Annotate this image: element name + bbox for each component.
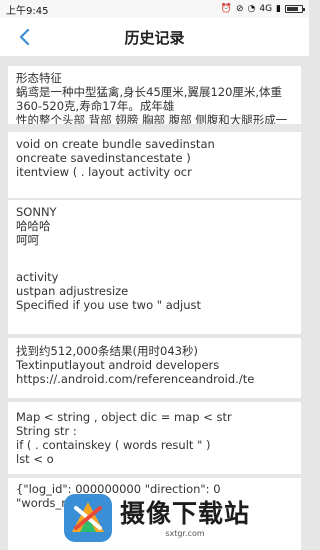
- watermark-url: sxtgr.com: [165, 529, 205, 538]
- record-line: ustpan adjustresize: [16, 284, 129, 298]
- site-logo-icon: [64, 494, 112, 542]
- page-title: 历史记录: [124, 28, 185, 47]
- record-line: 找到约512,000条结果(用时043秒): [16, 344, 198, 358]
- record-line: oncreate savedinstancestate ): [16, 151, 191, 165]
- record-line: Textinputlayout android developers: [16, 358, 220, 372]
- history-list[interactable]: 形态特征 蜗鸢是一种中型猛禽,身长45厘米,翼展120厘米,体重360-520克…: [0, 56, 309, 550]
- record-line: 形态特征: [16, 71, 62, 85]
- status-icons: ⏰ ⊘ ◔ 4G ▮: [220, 4, 305, 14]
- app-header: 历史记录: [0, 18, 309, 56]
- record-line: 哈哈哈: [16, 219, 51, 233]
- history-record[interactable]: Map < string , object dic = map < str St…: [8, 402, 301, 474]
- back-button[interactable]: [12, 25, 36, 49]
- status-bar: 上午9:45 ⏰ ⊘ ◔ 4G ▮: [0, 0, 309, 18]
- history-record[interactable]: SONNY 哈哈哈 呵呵: [8, 200, 301, 266]
- record-line: if ( . containskey ( words result " ): [16, 438, 211, 452]
- record-line: Map < string , object dic = map < str: [16, 410, 232, 424]
- history-record[interactable]: void on create bundle savedinstan oncrea…: [8, 132, 301, 198]
- history-record[interactable]: 形态特征 蜗鸢是一种中型猛禽,身长45厘米,翼展120厘米,体重360-520克…: [8, 66, 301, 124]
- record-line: Specified if you use two " adjust: [16, 298, 202, 312]
- record-line: https://.android.com/referenceandroid./t…: [16, 372, 255, 386]
- site-watermark: 摄像下载站 sxtgr.com: [62, 490, 302, 546]
- record-line: String str :: [16, 424, 77, 438]
- history-record[interactable]: 找到约512,000条结果(用时043秒) Textinputlayout an…: [8, 338, 301, 398]
- record-line: SONNY: [16, 205, 57, 219]
- signal-label: 4G: [259, 4, 273, 14]
- record-line: itentview ( . layout activity ocr: [16, 165, 192, 179]
- record-line: lst < o: [16, 452, 54, 466]
- alarm-icon: ⏰: [220, 4, 232, 14]
- status-time: 上午9:45: [6, 5, 49, 17]
- record-line: activity: [16, 270, 59, 284]
- history-record[interactable]: activity ustpan adjustresize Specified i…: [8, 266, 301, 334]
- battery-fill: [287, 7, 299, 11]
- record-line: void on create bundle savedinstan: [16, 137, 215, 151]
- wifi-icon: ◔: [247, 4, 256, 14]
- signal-icon: ▮: [276, 4, 281, 14]
- record-line: 呵呵: [16, 233, 39, 247]
- record-line: 蜗鸢是一种中型猛禽,身长45厘米,翼展120厘米,体重360-520克,寿命17…: [16, 85, 283, 113]
- record-line: 性的整个头部 背部 翅膀 胸部 腹部 侧腹和大腿形成一: [16, 113, 288, 124]
- watermark-title: 摄像下载站: [120, 499, 251, 528]
- battery-icon: [285, 5, 305, 13]
- mute-icon: ⊘: [235, 4, 244, 14]
- chevron-left-icon: [19, 28, 30, 46]
